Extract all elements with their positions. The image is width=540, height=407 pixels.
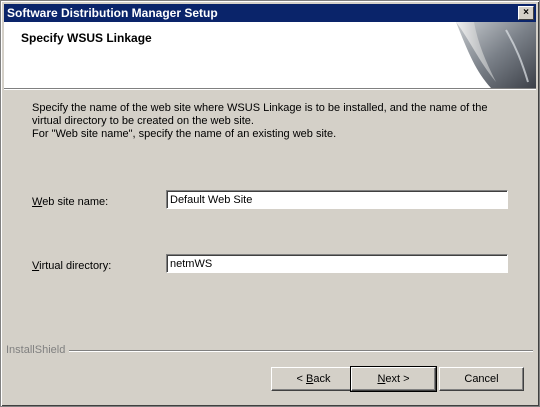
setup-dialog: Software Distribution Manager Setup × Sp…	[0, 0, 540, 407]
curled-page-graphic-icon	[456, 22, 536, 88]
virtual-directory-input[interactable]	[167, 255, 507, 272]
header-panel: Specify WSUS Linkage	[4, 22, 536, 88]
instructions-line: Specify the name of the web site where W…	[32, 102, 488, 114]
window-title: Software Distribution Manager Setup	[7, 6, 218, 20]
installshield-brand: InstallShield	[6, 344, 70, 356]
instructions-line: virtual directory to be created on the w…	[32, 115, 254, 127]
title-bar[interactable]: Software Distribution Manager Setup ×	[4, 4, 536, 22]
website-name-input[interactable]	[167, 191, 507, 208]
header-divider	[4, 88, 536, 90]
next-button[interactable]: Next >	[350, 366, 437, 392]
back-button[interactable]: < Back	[271, 367, 356, 391]
virtual-directory-field[interactable]	[166, 254, 508, 273]
cancel-button[interactable]: Cancel	[439, 367, 524, 391]
page-heading: Specify WSUS Linkage	[21, 31, 152, 45]
website-name-field[interactable]	[166, 190, 508, 209]
close-icon[interactable]: ×	[518, 6, 534, 20]
website-name-label: Web site name:	[32, 196, 109, 208]
instructions-line: For "Web site name", specify the name of…	[32, 128, 337, 140]
virtual-directory-label: Virtual directory:	[32, 260, 112, 272]
footer-divider	[69, 350, 533, 352]
instructions: Specify the name of the web site where W…	[32, 102, 522, 141]
